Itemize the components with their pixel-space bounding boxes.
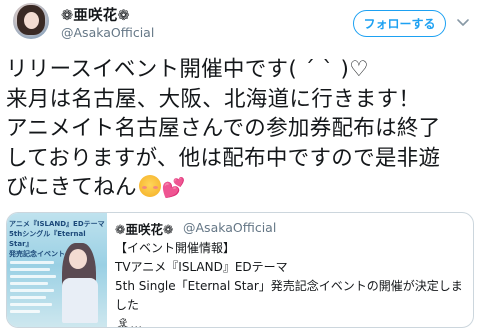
quoted-author-handle: @AsakaOfficial <box>183 220 277 235</box>
author-name[interactable]: ❁亜咲花❁ <box>61 4 130 25</box>
quoted-tweet-text: 【イベント開催情報】 TVアニメ『ISLAND』EDテーマ 5th Single… <box>115 239 471 328</box>
quoted-tweet[interactable]: アニメ『ISLAND』EDテーマ 5thシングル『Eternal Star』 発… <box>6 212 474 328</box>
quoted-tweet-thumbnail[interactable]: アニメ『ISLAND』EDテーマ 5thシングル『Eternal Star』 発… <box>7 213 107 327</box>
avatar[interactable] <box>13 3 49 39</box>
thumbnail-figure-face <box>69 249 87 269</box>
chevron-down-icon[interactable] <box>455 14 471 30</box>
thumbnail-figure-dress <box>62 278 98 323</box>
tweet-text-content: リリースイベント開催中です( ˊ ˋ )♡ 来月は名古屋、大阪、北海道に行きます… <box>6 57 441 200</box>
follow-button[interactable]: フォローする <box>353 10 446 37</box>
desert-island-emoji: 🏝 <box>115 317 131 328</box>
tweet: ❁亜咲花❁ @AsakaOfficial フォローする リリースイベント開催中で… <box>0 0 480 328</box>
quoted-tweet-text-content: 【イベント開催情報】 TVアニメ『ISLAND』EDテーマ 5th Single… <box>115 241 463 312</box>
two-hearts-emoji: 💕 <box>161 177 186 199</box>
quoted-author-name: ❁亜咲花❁ <box>115 222 174 237</box>
smiling-face-emoji <box>138 175 161 197</box>
author-handle[interactable]: @AsakaOfficial <box>61 25 154 40</box>
quoted-tweet-ellipsis: … <box>130 317 143 328</box>
thumbnail-text-lines <box>10 261 58 317</box>
avatar-face <box>24 12 39 29</box>
tweet-text: リリースイベント開催中です( ˊ ˋ )♡ 来月は名古屋、大阪、北海道に行きます… <box>6 55 476 204</box>
